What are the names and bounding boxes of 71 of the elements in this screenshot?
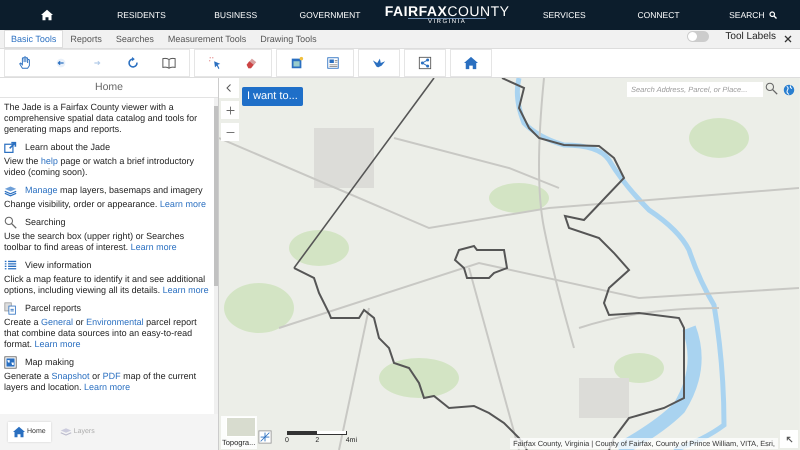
section-heading: View information xyxy=(25,260,92,271)
section-text: Generate a Snapshot or PDF map of the current layers and location. Learn more xyxy=(4,371,198,393)
list-icon xyxy=(4,259,17,272)
nav-link-item[interactable]: RESIDENTS xyxy=(117,8,166,22)
section-heading: Parcel reports xyxy=(25,303,82,314)
globe-icon[interactable] xyxy=(783,84,795,96)
text-link[interactable]: Learn more xyxy=(162,285,209,295)
text-link[interactable]: Learn more xyxy=(160,199,206,209)
search-icon[interactable] xyxy=(765,82,778,95)
text-link[interactable]: General xyxy=(41,317,74,327)
toggle-label: Tool Labels xyxy=(725,30,776,44)
section-text: Use the search box (upper right) or Searches toolbar to find areas of interest. Learn more xyxy=(4,231,186,253)
scrollbar[interactable] xyxy=(214,98,218,414)
share-icon xyxy=(418,56,432,70)
section-text: Create a General or Environmental parcel report that combine data sources into an easy-to-read format. Learn more xyxy=(4,317,198,350)
pointer-icon xyxy=(208,56,222,70)
tool-labels-toggle[interactable] xyxy=(687,31,710,42)
section-heading: Manage map layers, basemaps and imagery xyxy=(25,185,203,196)
zoom-in-button[interactable] xyxy=(221,101,239,119)
external-link-icon xyxy=(4,141,17,154)
book-icon xyxy=(162,56,176,70)
panel-title: Home xyxy=(94,80,123,95)
text-link[interactable]: Learn more xyxy=(130,242,177,252)
expand-button[interactable] xyxy=(780,430,798,448)
text-link[interactable]: Manage xyxy=(25,185,58,195)
section-text: View the help page or watch a brief introductory video (coming soon). xyxy=(4,156,195,178)
scale-bar xyxy=(287,431,347,435)
nav-link-item[interactable]: GOVERNMENT xyxy=(300,8,360,22)
zoom-out-button[interactable] xyxy=(221,123,239,141)
nav-link-item[interactable]: CONNECT xyxy=(638,8,680,22)
section-heading: Searching xyxy=(25,217,66,228)
picture-icon xyxy=(290,56,304,70)
toolbar-tab[interactable]: Measurement Tools xyxy=(160,30,254,48)
section-text: Click a map feature to identify it and see additional options, including viewing all its details. Learn more xyxy=(4,274,210,296)
text-link[interactable]: help xyxy=(40,156,58,166)
plus-icon xyxy=(226,106,234,114)
search-icon xyxy=(768,11,777,19)
close-icon[interactable] xyxy=(784,35,792,43)
collapse-panel-button[interactable] xyxy=(219,78,239,98)
home-icon[interactable] xyxy=(41,9,54,21)
section-text: Change visibility, order or appearance. Learn more xyxy=(4,199,207,210)
search-icon xyxy=(4,216,17,229)
arrow-icon xyxy=(786,436,792,442)
search-link[interactable]: SEARCH xyxy=(729,8,777,22)
text-link[interactable]: Snapshot xyxy=(52,371,90,381)
grid-map-icon[interactable] xyxy=(258,430,272,444)
toolbar-tab[interactable]: Reports xyxy=(63,30,109,48)
hand-icon xyxy=(18,56,32,70)
intro-text: The Jade is a Fairfax County viewer with a comprehensive spatial data catalog and tools for generating maps and reports. xyxy=(4,102,198,135)
section-heading: Learn about the Jade xyxy=(25,142,110,153)
section-heading: Map making xyxy=(25,357,74,368)
home-icon xyxy=(13,426,25,438)
text-link[interactable]: PDF xyxy=(102,371,121,381)
refresh-icon xyxy=(126,56,140,70)
eraser-icon xyxy=(244,56,258,70)
action-button[interactable]: I want to... xyxy=(242,87,303,106)
nav-link-item[interactable]: SERVICES xyxy=(542,8,586,22)
text-link[interactable]: Learn more xyxy=(84,382,130,392)
layers-icon xyxy=(4,184,17,197)
layers-icon xyxy=(60,426,72,438)
home-icon xyxy=(464,56,478,70)
documents-icon xyxy=(4,302,17,315)
world-map-icon xyxy=(4,356,17,369)
text-link[interactable]: Learn more xyxy=(34,339,81,349)
toolbar-tab[interactable]: Basic Tools xyxy=(4,30,64,48)
chevron-left-icon xyxy=(225,84,233,92)
toolbar-tab[interactable]: Drawing Tools xyxy=(253,30,324,48)
map-report-icon xyxy=(326,56,340,70)
toolbar-tab[interactable]: Searches xyxy=(108,30,161,48)
nav-link-item[interactable]: BUSINESS xyxy=(214,8,258,22)
text-link[interactable]: Environmental xyxy=(86,317,144,327)
